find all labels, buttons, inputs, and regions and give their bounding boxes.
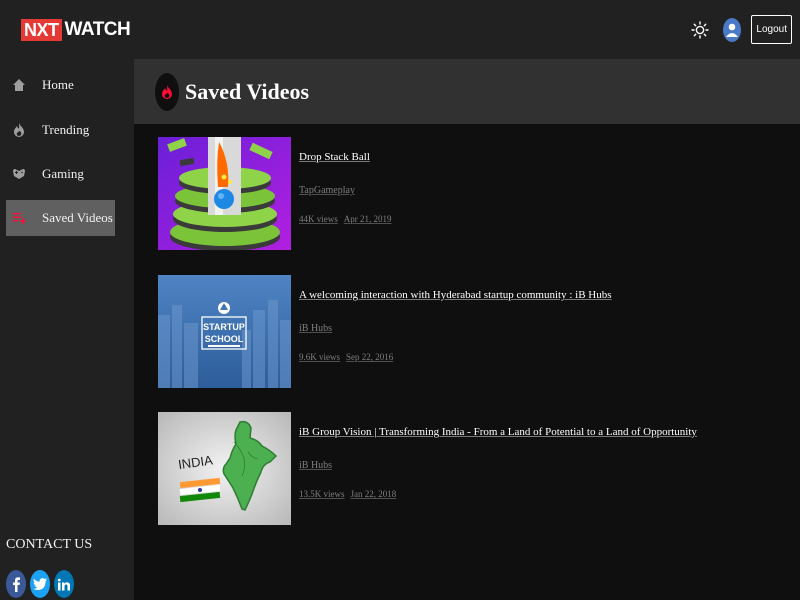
drop-stack-ball-thumbnail[interactable] xyxy=(158,137,291,250)
fire-icon xyxy=(12,123,26,137)
video-meta: 44K views Apr 21, 2019 xyxy=(299,214,392,224)
facebook-icon[interactable] xyxy=(6,570,26,598)
video-views: 9.6K views xyxy=(299,352,340,362)
page-banner: Saved Videos xyxy=(134,59,800,124)
home-icon xyxy=(12,78,26,92)
video-title[interactable]: A welcoming interaction with Hyderabad s… xyxy=(299,289,612,301)
video-channel: iB Hubs xyxy=(299,323,333,334)
top-navbar: NXT WATCH Logout xyxy=(0,0,800,59)
sidebar-item-gaming[interactable]: Gaming xyxy=(6,156,115,192)
app-logo[interactable]: NXT WATCH xyxy=(21,17,131,43)
video-meta: 9.6K views Sep 22, 2016 xyxy=(299,352,612,362)
video-item[interactable]: Drop Stack Ball TapGameplay 44K views Ap… xyxy=(158,137,778,250)
playlist-add-icon xyxy=(12,211,26,225)
video-date: Jan 22, 2018 xyxy=(350,489,397,499)
sidebar-item-label: Trending xyxy=(42,122,90,137)
logout-button[interactable]: Logout xyxy=(751,15,792,44)
startup-school-thumbnail[interactable]: STARTUP SCHOOL xyxy=(158,275,291,388)
video-channel: TapGameplay xyxy=(299,185,355,196)
video-info: Drop Stack Ball TapGameplay 44K views Ap… xyxy=(299,137,392,250)
linkedin-icon[interactable] xyxy=(54,570,74,598)
contact-us-heading: CONTACT US xyxy=(6,537,93,552)
twitter-icon[interactable] xyxy=(30,570,50,598)
page-title: Saved Videos xyxy=(185,78,310,104)
india-map-thumbnail[interactable]: INDIA xyxy=(158,412,291,525)
video-title[interactable]: iB Group Vision | Transforming India - F… xyxy=(299,426,697,438)
sidebar-item-label: Gaming xyxy=(42,166,84,181)
svg-text:STARTUP: STARTUP xyxy=(203,322,245,332)
video-item[interactable]: INDIA iB Group Vision | Transforming Ind… xyxy=(158,412,778,525)
sidebar-item-trending[interactable]: Trending xyxy=(6,112,115,148)
sidebar-item-saved-videos[interactable]: Saved Videos xyxy=(6,200,115,236)
saved-videos-list: Drop Stack Ball TapGameplay 44K views Ap… xyxy=(134,124,800,600)
svg-text:SCHOOL: SCHOOL xyxy=(205,334,244,344)
video-info: A welcoming interaction with Hyderabad s… xyxy=(299,275,612,388)
fire-icon xyxy=(155,72,179,111)
sun-icon[interactable] xyxy=(689,19,711,41)
video-date: Sep 22, 2016 xyxy=(346,352,394,362)
video-info: iB Group Vision | Transforming India - F… xyxy=(299,412,697,525)
sidebar: Home Trending Gaming Saved Videos CONTAC… xyxy=(0,59,134,600)
user-avatar-icon[interactable] xyxy=(723,17,742,42)
video-channel: iB Hubs xyxy=(299,460,333,471)
logo-mark: NXT xyxy=(21,18,62,41)
social-links xyxy=(6,570,74,598)
video-views: 44K views xyxy=(299,214,338,224)
sidebar-item-label: Saved Videos xyxy=(42,210,113,225)
video-date: Apr 21, 2019 xyxy=(343,214,392,224)
gamepad-icon xyxy=(12,167,26,181)
video-meta: 13.5K views Jan 22, 2018 xyxy=(299,489,697,499)
logo-text: WATCH xyxy=(64,18,131,40)
video-item[interactable]: STARTUP SCHOOL A welcoming interaction w… xyxy=(158,275,778,388)
video-views: 13.5K views xyxy=(299,489,345,499)
sidebar-item-home[interactable]: Home xyxy=(6,67,115,103)
sidebar-item-label: Home xyxy=(42,77,74,92)
video-title[interactable]: Drop Stack Ball xyxy=(299,151,392,163)
navbar-actions: Logout xyxy=(689,15,792,44)
